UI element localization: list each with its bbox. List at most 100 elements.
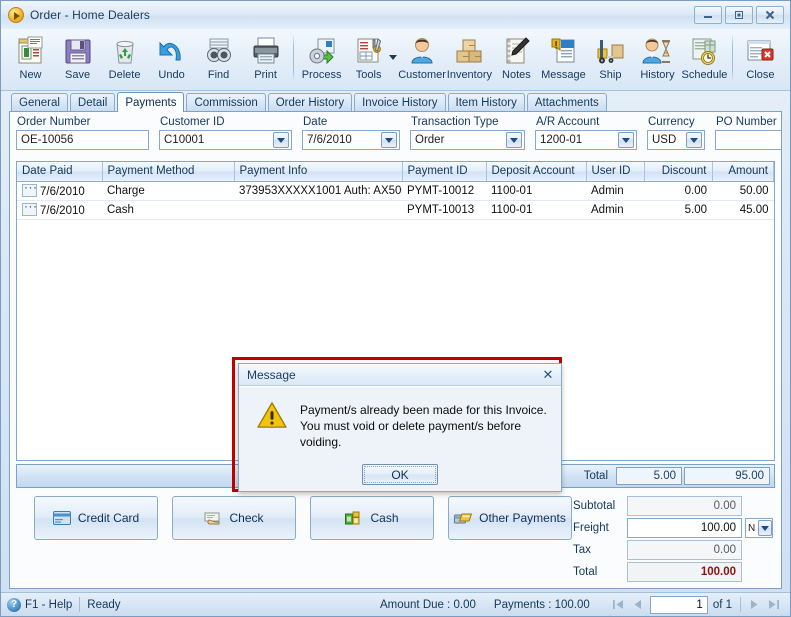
col-date-paid[interactable]: Date Paid: [17, 162, 103, 182]
chevron-down-icon[interactable]: [686, 132, 702, 148]
cell-user-id[interactable]: Admin: [586, 181, 644, 201]
table-row[interactable]: 7/6/2010 Cash PYMT-10013 1100-01 Admin 5…: [17, 200, 774, 220]
chevron-down-icon[interactable]: [506, 132, 522, 148]
toolbar-button-ship[interactable]: Ship: [587, 32, 634, 88]
toolbar-button-find[interactable]: Find: [195, 32, 242, 88]
ar-account-combobox[interactable]: 1200-01: [535, 130, 637, 150]
cell-amount[interactable]: 45.00: [712, 200, 774, 220]
nav-last-icon[interactable]: [764, 596, 784, 614]
payments-table: Date Paid Payment Method Payment Info Pa…: [17, 162, 774, 220]
chevron-down-icon[interactable]: [758, 520, 772, 536]
cell-date-paid[interactable]: 7/6/2010: [17, 181, 102, 201]
chevron-down-icon[interactable]: [381, 132, 397, 148]
grid-total-label: Total: [583, 470, 608, 482]
toolbar-button-message[interactable]: Message: [540, 32, 587, 88]
toolbar-button-undo[interactable]: Undo: [148, 32, 195, 88]
nav-prev-icon[interactable]: [628, 596, 648, 614]
currency-combobox[interactable]: USD: [647, 130, 705, 150]
transaction-type-combobox[interactable]: Order: [410, 130, 525, 150]
table-header-row: Date Paid Payment Method Payment Info Pa…: [17, 162, 774, 182]
close-icon[interactable]: ✕: [539, 367, 557, 383]
help-question-icon[interactable]: ?: [7, 597, 21, 612]
payments-total-label: Payments : 100.00: [493, 598, 590, 611]
tools-dropdown-chevron-icon[interactable]: [388, 32, 398, 88]
date-picker[interactable]: 7/6/2010: [302, 130, 400, 150]
cell-amount[interactable]: 50.00: [712, 181, 774, 201]
col-discount[interactable]: Discount: [644, 162, 713, 182]
maximize-icon[interactable]: [725, 6, 753, 24]
cell-deposit-account[interactable]: 1100-01: [486, 181, 586, 201]
dialog-message-text: Payment/s already been made for this Inv…: [300, 401, 549, 450]
toolbar-button-history[interactable]: History: [634, 32, 681, 88]
col-amount[interactable]: Amount: [712, 162, 774, 182]
col-payment-method[interactable]: Payment Method: [102, 162, 235, 182]
freight-mode-combobox[interactable]: N: [745, 518, 773, 538]
col-deposit-account[interactable]: Deposit Account: [486, 162, 587, 182]
nav-first-icon[interactable]: [608, 596, 628, 614]
po-number-input[interactable]: [715, 130, 781, 150]
cell-discount[interactable]: 5.00: [644, 200, 712, 220]
tab-invoice-history[interactable]: Invoice History: [354, 93, 446, 111]
date-value: 7/6/2010: [307, 134, 352, 146]
cell-payment-info[interactable]: 373953XXXXX1001 Auth: AX5000: [234, 181, 402, 201]
cash-button[interactable]: Cash: [310, 496, 434, 540]
chevron-down-icon[interactable]: [273, 132, 289, 148]
help-label[interactable]: F1 - Help: [25, 599, 72, 611]
cell-discount[interactable]: 0.00: [644, 181, 712, 201]
check-button[interactable]: Check: [172, 496, 296, 540]
cell-payment-info[interactable]: [234, 200, 402, 220]
toolbar-button-process[interactable]: Process: [298, 32, 345, 88]
ar-account-label: A/R Account: [536, 116, 600, 128]
cell-user-id[interactable]: Admin: [586, 200, 644, 220]
date-picker-ellipsis-icon[interactable]: [22, 200, 38, 216]
totals-panel: Subtotal 0.00 Freight 100.00 N Tax 0.00: [573, 496, 775, 588]
cell-payment-method[interactable]: Cash: [102, 200, 234, 220]
cell-payment-id[interactable]: PYMT-10012: [402, 181, 486, 201]
order-number-input[interactable]: OE-10056: [16, 130, 149, 150]
toolbar-button-inventory[interactable]: Inventory: [446, 32, 493, 88]
tab-commission[interactable]: Commission: [186, 93, 266, 111]
toolbar-button-save[interactable]: Save: [54, 32, 101, 88]
amount-due-label: Amount Due : 0.00: [380, 598, 476, 611]
tab-general[interactable]: General: [11, 93, 68, 111]
ok-button[interactable]: OK: [362, 464, 438, 485]
customer-id-combobox[interactable]: C10001: [159, 130, 292, 150]
tab-payments[interactable]: Payments: [117, 92, 185, 112]
chevron-down-icon[interactable]: [618, 132, 634, 148]
tab-strip: General Detail Payments Commission Order…: [1, 91, 790, 112]
cell-deposit-account[interactable]: 1100-01: [486, 200, 586, 220]
close-icon[interactable]: [756, 6, 784, 24]
date-picker-ellipsis-icon[interactable]: [22, 181, 38, 197]
toolbar-button-close[interactable]: Close: [737, 32, 784, 88]
currency-value: USD: [652, 134, 677, 146]
col-payment-info[interactable]: Payment Info: [234, 162, 403, 182]
tab-attachments[interactable]: Attachments: [526, 93, 607, 111]
tab-detail[interactable]: Detail: [69, 93, 116, 111]
toolbar-button-customer[interactable]: Customer: [398, 32, 446, 88]
credit-card-button[interactable]: Credit Card: [34, 496, 158, 540]
toolbar-button-new[interactable]: New: [7, 32, 54, 88]
cell-date-paid[interactable]: 7/6/2010: [17, 200, 102, 220]
warning-triangle-icon: [257, 402, 287, 428]
toolbar-button-delete[interactable]: Delete: [101, 32, 148, 88]
table-row[interactable]: 7/6/2010 Charge 373953XXXXX1001 Auth: AX…: [17, 181, 774, 201]
subtotal-value: 0.00: [627, 496, 742, 516]
col-payment-id[interactable]: Payment ID: [402, 162, 487, 182]
undo-arrow-icon: [159, 41, 181, 61]
minimize-icon[interactable]: [694, 6, 722, 24]
toolbar-button-tools[interactable]: Tools: [345, 32, 392, 88]
freight-input[interactable]: 100.00: [627, 518, 742, 538]
tab-item-history[interactable]: Item History: [447, 93, 525, 111]
cell-payment-id[interactable]: PYMT-10013: [402, 200, 486, 220]
freight-mode-value: N: [748, 522, 756, 534]
toolbar-button-print[interactable]: Print: [242, 32, 289, 88]
col-user-id[interactable]: User ID: [586, 162, 645, 182]
toolbar-button-schedule[interactable]: Schedule: [681, 32, 728, 88]
nav-next-icon[interactable]: [744, 596, 764, 614]
toolbar-button-notes[interactable]: Notes: [493, 32, 540, 88]
page-number-input[interactable]: 1: [649, 595, 708, 614]
other-payments-button[interactable]: Other Payments: [448, 496, 572, 540]
tab-order-history[interactable]: Order History: [267, 93, 353, 111]
cell-payment-method[interactable]: Charge: [102, 181, 234, 201]
transaction-type-value: Order: [415, 134, 445, 146]
